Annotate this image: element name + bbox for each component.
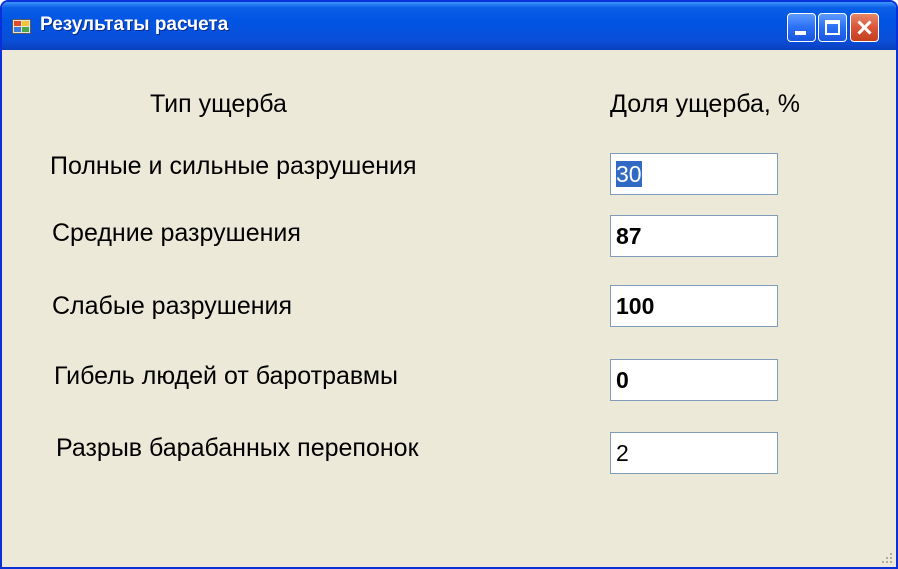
row-label-medium-destruction: Средние разрушения [52, 219, 301, 247]
field-value: 30 [616, 161, 642, 187]
eardrum-rupture-field[interactable]: 2 [610, 432, 778, 474]
window-title: Результаты расчета [40, 14, 229, 35]
damage-type-header: Тип ущерба [150, 90, 287, 118]
medium-destruction-field[interactable]: 87 [610, 215, 778, 257]
field-value: 100 [616, 293, 655, 319]
row-label-weak-destruction: Слабые разрушения [52, 292, 293, 320]
maximize-icon [825, 20, 840, 35]
row-label-severe-destruction: Полные и сильные разрушения [50, 152, 417, 180]
minimize-icon [795, 31, 806, 35]
resize-grip-icon[interactable] [880, 551, 894, 565]
damage-share-header: Доля ущерба, % [610, 90, 801, 118]
row-label-eardrum-rupture: Разрыв барабанных перепонок [56, 434, 419, 462]
app-icon[interactable] [12, 19, 31, 34]
maximize-button[interactable] [818, 13, 847, 42]
close-button[interactable] [850, 13, 879, 42]
field-value: 2 [616, 440, 629, 466]
title-bar[interactable]: Результаты расчета [2, 2, 896, 50]
row-label-barotrauma-deaths: Гибель людей от баротравмы [54, 362, 399, 390]
barotrauma-deaths-field[interactable]: 0 [610, 359, 778, 401]
field-value: 87 [616, 223, 642, 249]
minimize-button[interactable] [787, 13, 816, 42]
severe-destruction-field[interactable]: 30 [610, 153, 778, 195]
results-window: Результаты расчета Тип ущерба Доля ущерб… [0, 0, 898, 569]
weak-destruction-field[interactable]: 100 [610, 285, 778, 327]
field-value: 0 [616, 367, 629, 393]
close-icon [851, 14, 878, 41]
